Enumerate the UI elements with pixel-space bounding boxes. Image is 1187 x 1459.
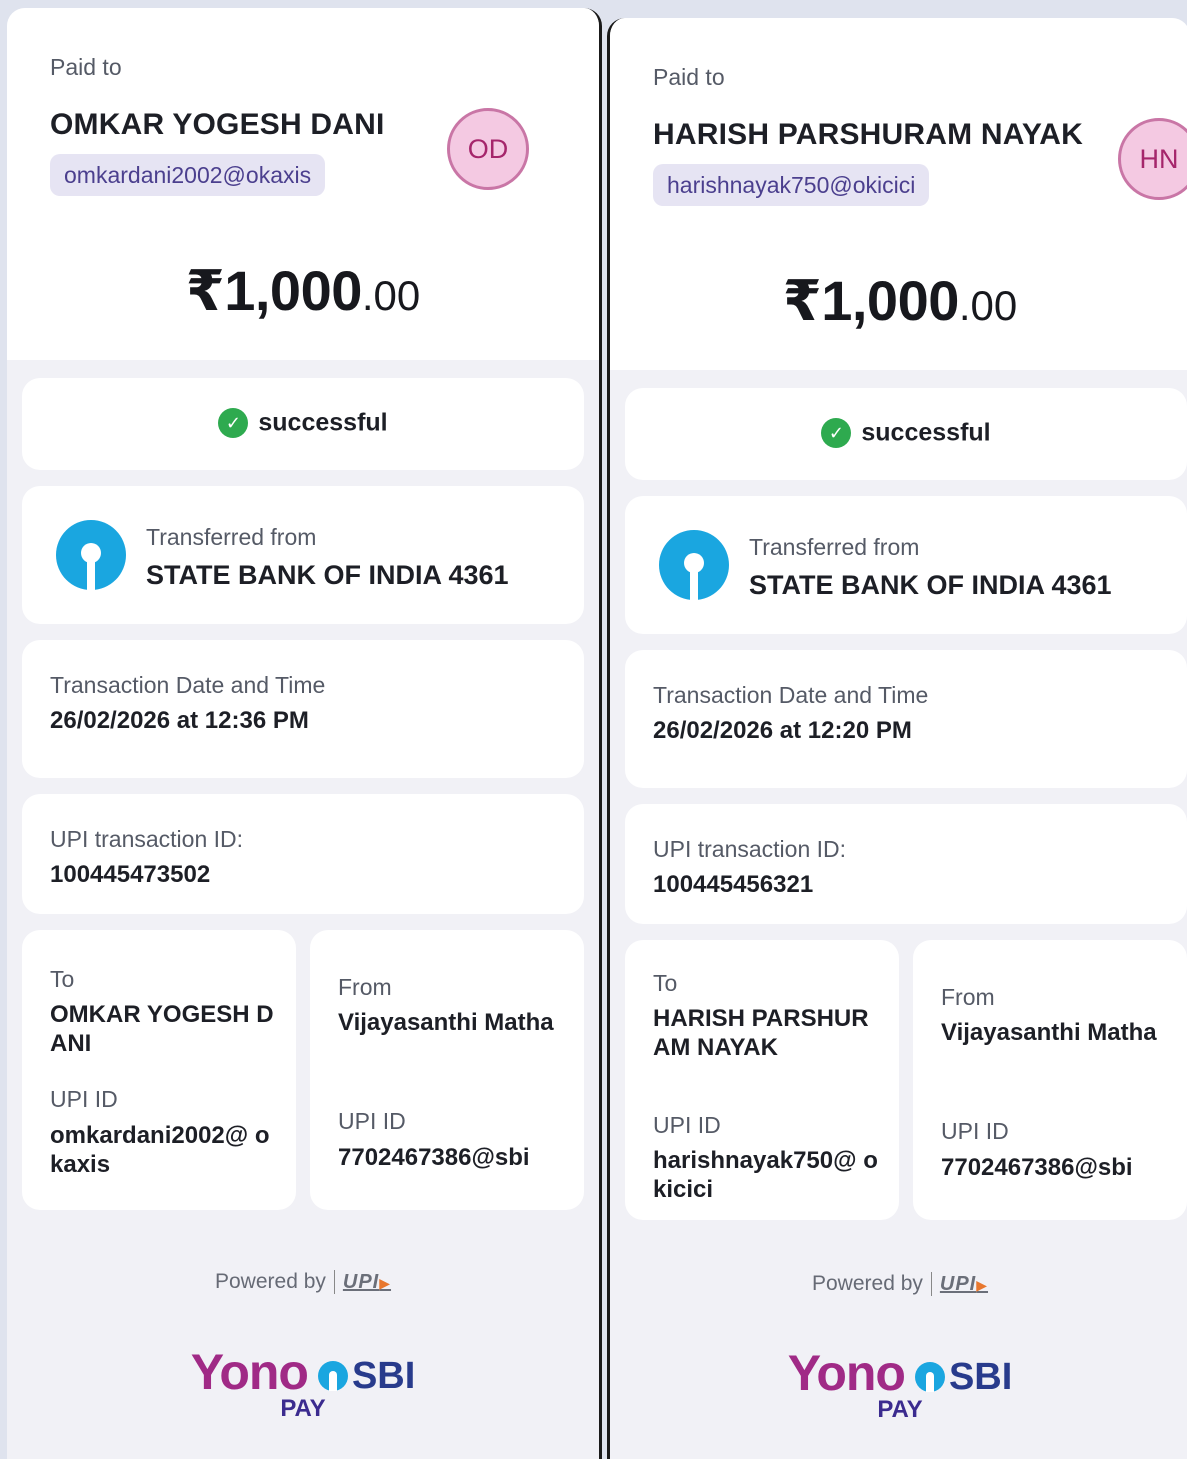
sbi-logo-icon xyxy=(56,520,126,590)
powered-by-label: Powered by xyxy=(811,1272,923,1295)
amount-decimal: .00 xyxy=(361,272,421,319)
from-name: Vijayasanthi Matha xyxy=(338,1009,554,1036)
bank-card: Transferred from STATE BANK OF INDIA 436… xyxy=(625,496,1187,634)
date-value: 26/02/2026 at 12:36 PM xyxy=(50,707,309,734)
txn-id-label: UPI transaction ID: xyxy=(50,826,244,852)
receipt-header: Paid to HARISH PARSHURAM NAYAK harishnay… xyxy=(610,18,1187,370)
status-card: ✓ successful xyxy=(22,378,584,470)
brand-yono: Yono xyxy=(787,1345,906,1401)
amount: ₹1,000.00 xyxy=(7,258,599,324)
receipt-panel-left: Paid to OMKAR YOGESH DANI omkardani2002@… xyxy=(7,8,602,1459)
transaction-id-card: UPI transaction ID: 100445473502 xyxy=(22,794,584,914)
paid-to-label: Paid to xyxy=(50,54,122,80)
brand-sbi: SBI xyxy=(351,1354,416,1397)
to-card: To HARISH PARSHURAM NAYAK UPI ID harishn… xyxy=(625,940,899,1220)
yono-sbi-pay-logo: Yono SBI PAY xyxy=(7,1343,599,1423)
to-label: To xyxy=(50,966,75,992)
payee-name: OMKAR YOGESH DANI xyxy=(50,108,385,141)
check-circle-icon: ✓ xyxy=(218,408,249,438)
avatar: OD xyxy=(447,108,529,190)
date-label: Transaction Date and Time xyxy=(653,682,929,708)
txn-id-value[interactable]: 100445456321 xyxy=(653,871,813,899)
date-card: Transaction Date and Time 26/02/2026 at … xyxy=(625,650,1187,788)
to-upi-label: UPI ID xyxy=(653,1112,721,1138)
from-upi-value: 7702467386@sbi xyxy=(941,1154,1133,1181)
transaction-id-card: UPI transaction ID: 100445456321 xyxy=(625,804,1187,924)
bank-name: STATE BANK OF INDIA 4361 xyxy=(146,560,509,590)
to-name: HARISH PARSHURAM NAYAK xyxy=(653,1005,869,1061)
brand-pay: PAY xyxy=(877,1396,923,1423)
status-text: successful xyxy=(861,418,991,447)
to-upi-label: UPI ID xyxy=(50,1086,118,1112)
txn-id-value[interactable]: 100445473502 xyxy=(50,861,210,889)
payee-upi-chip[interactable]: harishnayak750@okicici xyxy=(653,164,930,206)
powered-by: Powered by UPI▶ xyxy=(610,1272,1187,1297)
status-text: successful xyxy=(258,408,388,437)
from-upi-value: 7702467386@sbi xyxy=(338,1144,530,1171)
to-upi-value: omkardani2002@ okaxis xyxy=(50,1122,270,1178)
transferred-from-label: Transferred from xyxy=(146,524,317,550)
amount-main: ₹1,000 xyxy=(782,269,960,332)
bank-name: STATE BANK OF INDIA 4361 xyxy=(749,570,1112,600)
from-upi-label: UPI ID xyxy=(941,1118,1009,1144)
date-card: Transaction Date and Time 26/02/2026 at … xyxy=(22,640,584,778)
txn-id-label: UPI transaction ID: xyxy=(653,836,847,862)
sbi-dot-icon xyxy=(914,1362,945,1392)
amount-main: ₹1,000 xyxy=(185,259,363,322)
date-label: Transaction Date and Time xyxy=(50,672,326,698)
brand-yono: Yono xyxy=(190,1344,309,1400)
amount: ₹1,000.00 xyxy=(610,268,1187,334)
avatar: HN xyxy=(1118,118,1187,200)
status-card: ✓ successful xyxy=(625,388,1187,480)
from-label: From xyxy=(338,974,392,1000)
receipt-header: Paid to OMKAR YOGESH DANI omkardani2002@… xyxy=(7,8,599,360)
from-card: From Vijayasanthi Matha UPI ID 770246738… xyxy=(913,940,1187,1220)
powered-by-label: Powered by xyxy=(214,1270,326,1293)
from-name: Vijayasanthi Matha xyxy=(941,1019,1157,1046)
brand-pay: PAY xyxy=(280,1395,326,1422)
yono-sbi-pay-logo: Yono SBI PAY xyxy=(610,1344,1187,1424)
brand-sbi: SBI xyxy=(948,1355,1013,1398)
to-card: To OMKAR YOGESH DANI UPI ID omkardani200… xyxy=(22,930,296,1210)
sbi-dot-icon xyxy=(317,1361,348,1391)
to-name: OMKAR YOGESH DANI xyxy=(50,1001,274,1057)
to-label: To xyxy=(653,970,678,996)
receipt-panel-right: Paid to HARISH PARSHURAM NAYAK harishnay… xyxy=(607,18,1187,1459)
upi-logo-icon: UPI▶ xyxy=(342,1270,392,1293)
from-upi-label: UPI ID xyxy=(338,1108,406,1134)
from-card: From Vijayasanthi Matha UPI ID 770246738… xyxy=(310,930,584,1210)
transferred-from-label: Transferred from xyxy=(749,534,920,560)
check-circle-icon: ✓ xyxy=(821,418,852,448)
to-upi-value: harishnayak750@ okicici xyxy=(653,1147,878,1203)
payee-upi-chip[interactable]: omkardani2002@okaxis xyxy=(50,154,326,196)
payee-name: HARISH PARSHURAM NAYAK xyxy=(653,118,1084,151)
bank-card: Transferred from STATE BANK OF INDIA 436… xyxy=(22,486,584,624)
from-label: From xyxy=(941,984,995,1010)
powered-by: Powered by UPI▶ xyxy=(7,1270,599,1295)
upi-logo-icon: UPI▶ xyxy=(939,1272,989,1295)
sbi-logo-icon xyxy=(659,530,729,600)
date-value: 26/02/2026 at 12:20 PM xyxy=(653,717,912,744)
paid-to-label: Paid to xyxy=(653,64,725,90)
amount-decimal: .00 xyxy=(958,282,1018,329)
